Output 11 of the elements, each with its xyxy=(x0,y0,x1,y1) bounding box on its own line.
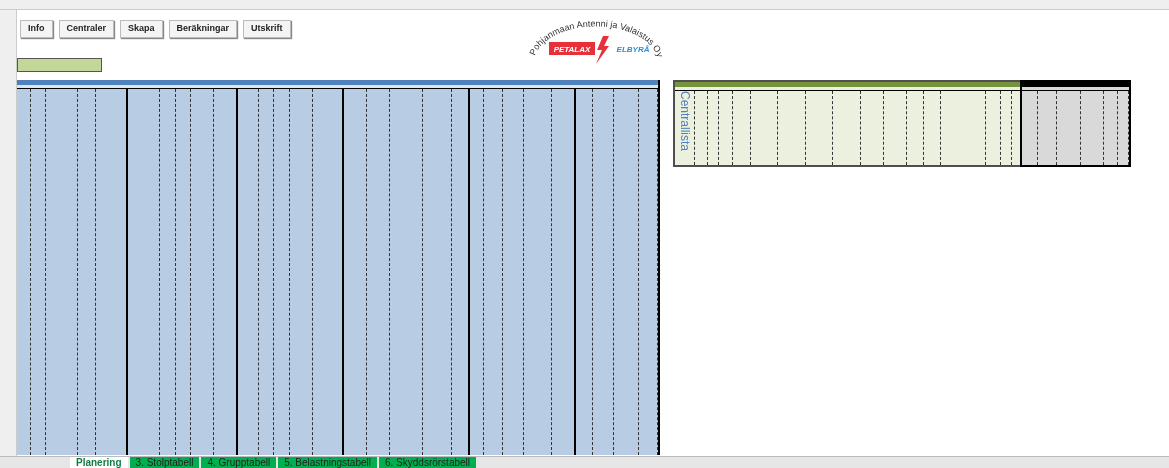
sheet-tab[interactable]: 5. Belastningstabell xyxy=(278,457,377,468)
central-list-title: Centrallista xyxy=(676,91,693,154)
toolbar-button[interactable]: Skapa xyxy=(120,20,163,38)
sheet-tab[interactable]: 3. Stolptabell xyxy=(129,457,200,468)
sheet-tab[interactable]: 6. Skyddsrörstabell xyxy=(378,457,476,468)
toolbar-button[interactable]: Info xyxy=(20,20,53,38)
toolbar-button[interactable]: Beräkningar xyxy=(168,20,238,38)
toolbar-button[interactable]: Centraler xyxy=(58,20,114,38)
sheet-tab[interactable]: Planering xyxy=(70,457,128,468)
toolbar-button[interactable]: Utskrift xyxy=(243,20,291,38)
sheet-tab[interactable]: 4. Grupptabell xyxy=(201,457,277,468)
